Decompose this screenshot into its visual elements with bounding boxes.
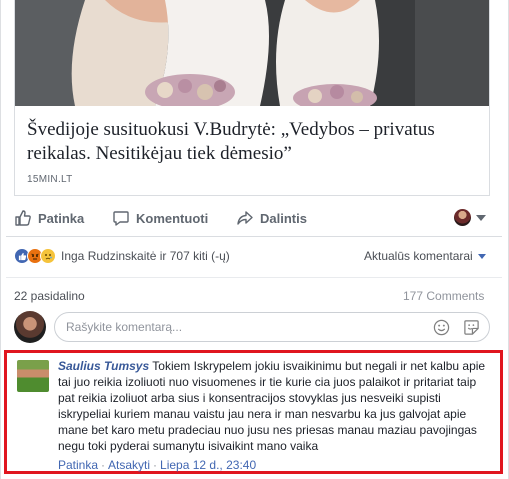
reactors-text[interactable]: Inga Rudzinskaitė ir 707 kiti (-ų): [61, 249, 230, 263]
share-button-label: Dalintis: [260, 210, 307, 226]
comment-timestamp[interactable]: Liepa 12 d., 23:40: [160, 458, 256, 472]
emoji-icon[interactable]: [433, 319, 450, 336]
highlighted-comment: Saulius Tumsys Tokiem Iskrypelem jokiu i…: [4, 350, 503, 474]
comment-button-label: Komentuoti: [136, 210, 209, 226]
comment-sort-dropdown[interactable]: Aktualūs komentarai: [364, 249, 486, 263]
shares-count[interactable]: 22 pasidalino: [14, 289, 85, 303]
share-arrow-icon: [237, 211, 253, 225]
link-preview-card[interactable]: Švedijoje susituokusi V.Budrytė: „Vedybo…: [14, 0, 490, 196]
link-preview-image[interactable]: [15, 0, 489, 106]
avatar: [454, 209, 471, 226]
meta-separator: ·: [101, 458, 106, 472]
divider: [6, 236, 502, 237]
comment-button[interactable]: Komentuoti: [112, 208, 208, 228]
post-action-bar: Patinka Komentuoti Dalintis: [14, 202, 490, 232]
link-preview-source: 15MIN.LT: [27, 174, 73, 185]
comment-input[interactable]: [66, 320, 366, 334]
comment-meta: Patinka · Atsakyti · Liepa 12 d., 23:40: [58, 458, 256, 472]
thumbs-up-icon: [15, 210, 31, 226]
comment-reply-link[interactable]: Atsakyti: [108, 458, 150, 472]
post-as-selector[interactable]: [454, 209, 486, 226]
comments-count[interactable]: 177 Comments: [403, 289, 484, 303]
share-button[interactable]: Dalintis: [236, 208, 307, 228]
divider: [6, 277, 502, 278]
meta-separator: ·: [153, 458, 158, 472]
reactions-summary[interactable]: Inga Rudzinskaitė ir 707 kiti (-ų): [14, 247, 230, 265]
like-button-label: Patinka: [38, 210, 85, 226]
caret-down-icon: [476, 214, 486, 221]
link-preview-title[interactable]: Švedijoje susituokusi V.Budrytė: „Vedybo…: [27, 118, 479, 166]
comment-like-link[interactable]: Patinka: [58, 458, 98, 472]
comment-body: Saulius Tumsys Tokiem Iskrypelem jokiu i…: [58, 358, 496, 454]
comment-composer[interactable]: [54, 312, 490, 342]
wedding-photo: [15, 0, 489, 106]
comment-author[interactable]: Saulius Tumsys: [58, 359, 149, 373]
sad-reaction-icon: [40, 248, 56, 264]
comment-text: Tokiem Iskrypelem jokiu isvaikinimu but …: [58, 359, 486, 453]
caret-down-icon: [477, 253, 486, 259]
commenter-avatar[interactable]: [17, 360, 49, 392]
sticker-icon[interactable]: [463, 319, 480, 336]
current-user-avatar[interactable]: [14, 311, 46, 343]
speech-bubble-icon: [113, 211, 129, 226]
like-button[interactable]: Patinka: [14, 208, 84, 228]
comment-sort-label: Aktualūs komentarai: [364, 249, 473, 263]
